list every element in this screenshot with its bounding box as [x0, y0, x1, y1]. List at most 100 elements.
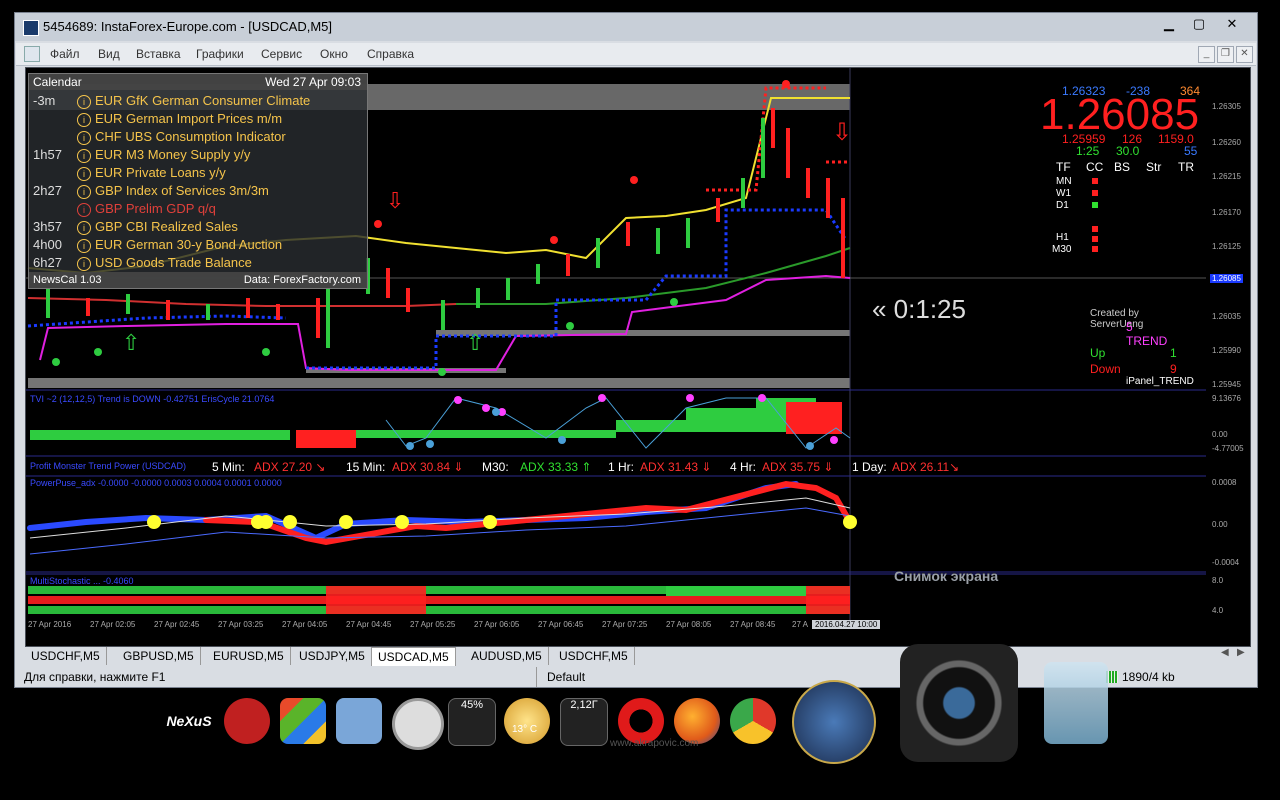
price-tick: 1.26125: [1212, 242, 1241, 251]
time-tick: 27 Apr 02:45: [154, 620, 200, 629]
dock-watermark: www.akrapovic.com: [610, 738, 699, 749]
price-tick: 1.26305: [1212, 102, 1241, 111]
indicator4-tick: 8.0: [1212, 576, 1224, 585]
menu-charts[interactable]: Графики: [196, 47, 244, 61]
panel-r2-left: 1:25: [1076, 144, 1100, 158]
user-accounts-icon[interactable]: [336, 698, 382, 744]
windows-icon[interactable]: [280, 698, 326, 744]
tab-eurusd[interactable]: EURUSD,M5: [207, 647, 291, 665]
status-help-text: Для справки, нажмите F1: [24, 670, 166, 684]
panel-cc-cell: [1092, 246, 1098, 252]
mdi-restore-button[interactable]: ❐: [1217, 46, 1234, 63]
mdi-close-button[interactable]: ✕: [1236, 46, 1253, 63]
price-tick: 1.26260: [1212, 138, 1241, 147]
indicator4-dots: [28, 586, 850, 614]
info-icon: i: [77, 112, 91, 127]
news-calendar-panel: Calendar Wed 27 Apr 09:03 -3m i EUR GfK Ge…: [28, 73, 368, 289]
tab-usdchf-2[interactable]: USDCHF,M5: [553, 647, 635, 665]
weather-temp: 13° C: [512, 724, 538, 735]
panel-cc-cell: [1092, 190, 1098, 196]
menu-insert[interactable]: Вставка: [136, 47, 181, 61]
menu-view[interactable]: Вид: [98, 47, 120, 61]
svg-text:⇧: ⇧: [466, 331, 484, 356]
terminal-window: 5454689: InstaForex-Europe.com - [USDCAD…: [14, 12, 1258, 688]
price-tick: 1.26035: [1212, 312, 1241, 321]
panel-header-str: Str: [1146, 160, 1162, 174]
menu-file[interactable]: Файл: [50, 47, 80, 61]
indicator1-tick: 9.13676: [1212, 394, 1241, 403]
chart-area[interactable]: ⇩ ⇩ ⇧ ⇧ Calendar Wed 27 Apr 09:03 -3m i …: [25, 67, 1251, 647]
indicator3-tick: 0.0008: [1212, 478, 1237, 487]
panel-header-tf: TF: [1056, 160, 1071, 174]
tab-audusd[interactable]: AUDUSD,M5: [465, 647, 549, 665]
time-tick: 27 Apr 2016: [28, 620, 72, 629]
camera-lens-icon[interactable]: [900, 644, 1018, 762]
tab-usdchf[interactable]: USDCHF,M5: [25, 647, 107, 665]
nexus-icon[interactable]: NeXuS: [166, 698, 212, 744]
adx-tf-1day: 1 Day:: [852, 460, 887, 474]
info-icon: i: [77, 166, 91, 181]
minimize-button[interactable]: ▁: [1155, 15, 1183, 33]
panel-r2-mid: 30.0: [1116, 144, 1140, 158]
info-icon: i: [77, 202, 91, 217]
tab-usdjpy[interactable]: USDJPY,M5: [293, 647, 372, 665]
cpu-meter-icon[interactable]: 45%: [448, 698, 496, 746]
tab-gbpusd[interactable]: GBPUSD,M5: [117, 647, 201, 665]
maximize-button[interactable]: ▢: [1185, 15, 1213, 33]
time-tick: 27 Apr 08:05: [666, 620, 712, 629]
memory-meter-value: 2,12Г: [570, 699, 598, 711]
time-axis: 27 Apr 2016 27 Apr 02:05 27 Apr 02:45 27…: [26, 620, 1250, 634]
tab-usdcad[interactable]: USDCAD,M5: [371, 647, 456, 666]
calendar-footer-source: Data: ForexFactory.com: [243, 274, 361, 286]
time-tick: 27 Apr 04:45: [346, 620, 392, 629]
indicator1-label: TVI ~2 (12,12,5) Trend is DOWN -0.42751 …: [30, 394, 275, 404]
indicator4-label: MultiStochastic ... -0.4060: [30, 576, 134, 586]
calendar-header: Calendar Wed 27 Apr 09:03: [29, 74, 367, 90]
indicator1-tick: -4.77005: [1212, 444, 1244, 453]
window-title: 5454689: InstaForex-Europe.com - [USDCAD…: [43, 19, 333, 34]
memory-meter-icon[interactable]: 2,12Г: [560, 698, 608, 746]
panel-header-tr: TR: [1178, 160, 1194, 174]
time-tick: 27 Apr 02:05: [90, 620, 136, 629]
menu-tools[interactable]: Сервис: [261, 47, 302, 61]
panel-header-cc: CC: [1086, 160, 1104, 174]
ccleaner-icon[interactable]: [224, 698, 270, 744]
calendar-datetime: Wed 27 Apr 09:03: [265, 75, 361, 89]
adx-value-4hr: ADX 35.75 ⇓: [762, 460, 834, 474]
panel-tf-h1: H1: [1056, 232, 1069, 243]
status-profile: Default: [536, 667, 585, 687]
time-tick: 27 Apr 06:05: [474, 620, 520, 629]
info-icon: i: [77, 238, 91, 253]
panel-cc-cell: [1092, 236, 1098, 242]
adx-value-5min: ADX 27.20 ↘: [254, 460, 326, 474]
mdi-minimize-button[interactable]: _: [1198, 46, 1215, 63]
svg-text:⇩: ⇩: [832, 118, 852, 146]
menu-window[interactable]: Окно: [320, 47, 348, 61]
adx-value-1hr: ADX 31.43 ⇓: [640, 460, 712, 474]
info-icon: i: [77, 220, 91, 235]
tab-scroll-left-icon[interactable]: ◀: [1221, 647, 1229, 658]
time-tick: 27 Apr 08:45: [730, 620, 776, 629]
weather-icon[interactable]: [504, 698, 550, 744]
panel-up-label: Up: [1090, 346, 1106, 360]
clock-icon[interactable]: [392, 698, 444, 750]
indicator1-histogram: [30, 398, 842, 448]
chart-window-icon[interactable]: [24, 46, 40, 62]
recycle-bin-icon[interactable]: [1044, 662, 1108, 744]
chrome-icon[interactable]: [730, 698, 776, 744]
title-bar[interactable]: 5454689: InstaForex-Europe.com - [USDCAD…: [15, 13, 1257, 41]
calendar-footer-version: NewsCal 1.03: [33, 274, 102, 286]
info-icon: i: [77, 94, 91, 109]
globe-icon[interactable]: [792, 680, 876, 764]
tab-scroll-right-icon[interactable]: ▶: [1237, 647, 1245, 658]
close-button[interactable]: ✕: [1215, 15, 1249, 33]
menu-help[interactable]: Справка: [367, 47, 414, 61]
time-cursor-label: 2016.04.27 10:00: [812, 620, 881, 629]
indicator3-tick: -0.0004: [1212, 558, 1240, 567]
adx-value-15min: ADX 30.84 ⇓: [392, 460, 464, 474]
panel-cc-cell: [1092, 226, 1098, 232]
indicator4-tick: 4.0: [1212, 606, 1224, 615]
bar-countdown: « 0:1:25: [872, 294, 966, 324]
time-tick: 27 Apr 05:25: [410, 620, 456, 629]
time-tick: 27 Apr 06:45: [538, 620, 584, 629]
